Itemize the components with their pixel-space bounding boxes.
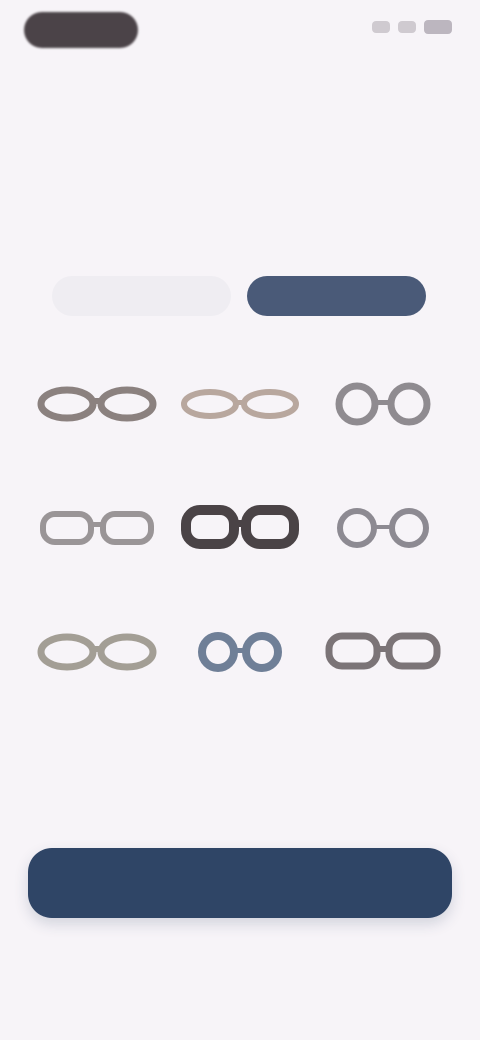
frame-image — [180, 368, 300, 440]
continue-button[interactable] — [28, 848, 452, 918]
signal-icon — [372, 21, 390, 33]
frame-option[interactable] — [317, 616, 448, 714]
wifi-icon — [398, 21, 416, 33]
glasses-frame-icon — [336, 508, 429, 548]
frame-image — [37, 368, 157, 440]
glasses-frame-icon — [335, 382, 431, 426]
glasses-frame-icon — [37, 633, 157, 671]
frame-grid — [32, 368, 448, 714]
frame-image — [180, 492, 300, 564]
frame-option[interactable] — [175, 492, 306, 590]
glasses-frame-icon — [180, 505, 299, 549]
frame-option[interactable] — [32, 368, 163, 466]
frame-image — [323, 616, 443, 688]
segment-option-2[interactable] — [247, 276, 426, 316]
frame-option[interactable] — [175, 368, 306, 466]
status-icons — [372, 20, 452, 34]
segmented-control — [52, 276, 426, 316]
frame-option[interactable] — [32, 616, 163, 714]
glasses-frame-icon — [40, 511, 155, 545]
frame-option[interactable] — [317, 368, 448, 466]
status-bar — [0, 0, 480, 64]
frame-image — [37, 616, 157, 688]
time-pill — [24, 12, 138, 48]
frame-image — [180, 616, 300, 688]
battery-icon — [424, 20, 452, 34]
frame-option[interactable] — [175, 616, 306, 714]
frame-option[interactable] — [317, 492, 448, 590]
frame-image — [323, 492, 443, 564]
segment-option-1[interactable] — [52, 276, 231, 316]
frame-image — [323, 368, 443, 440]
frame-image — [37, 492, 157, 564]
glasses-frame-icon — [325, 632, 441, 670]
glasses-frame-icon — [180, 389, 299, 419]
glasses-frame-icon — [197, 632, 282, 672]
glasses-frame-icon — [37, 386, 157, 422]
frame-option[interactable] — [32, 492, 163, 590]
